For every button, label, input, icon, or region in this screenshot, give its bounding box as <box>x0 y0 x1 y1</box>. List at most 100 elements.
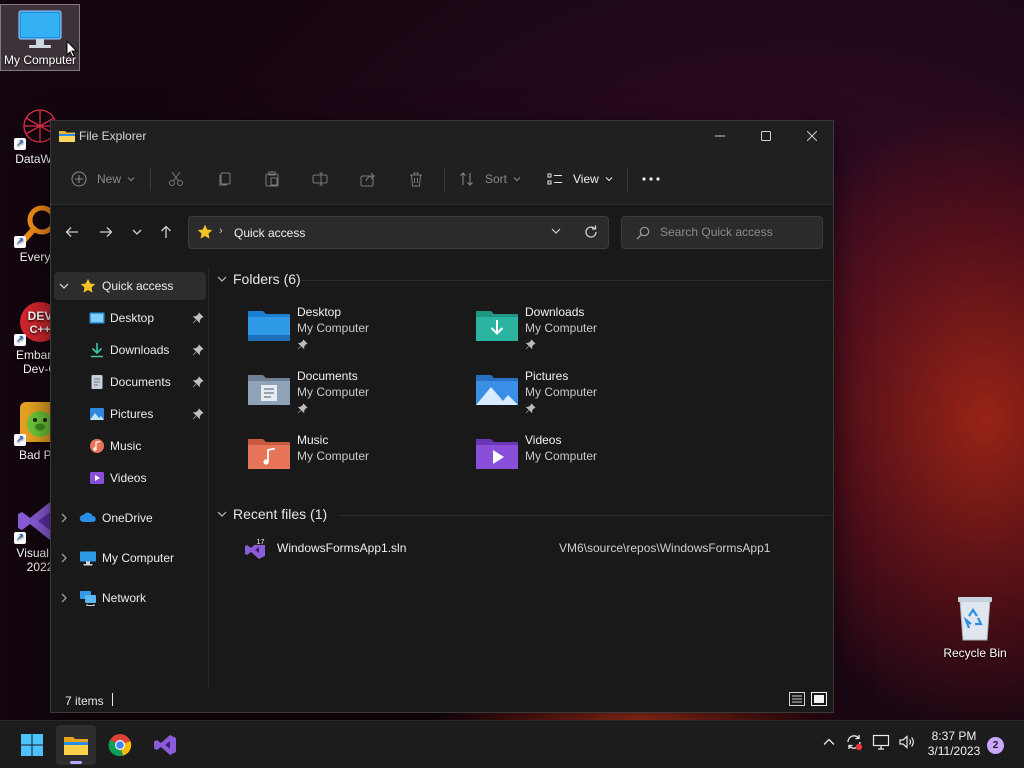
clock-date: 3/11/2023 <box>927 744 981 758</box>
network-status-button[interactable] <box>872 733 890 751</box>
toolbar-divider <box>150 167 151 191</box>
view-options-icon <box>547 173 562 185</box>
recycle-bin-icon <box>958 597 992 641</box>
back-button[interactable] <box>60 220 84 244</box>
share-button[interactable] <box>360 165 376 193</box>
close-button[interactable] <box>789 121 835 151</box>
share-icon <box>360 172 375 187</box>
documents-icon <box>91 375 103 389</box>
large-icons-view-button[interactable] <box>811 692 829 708</box>
address-bar[interactable]: › Quick access <box>188 216 609 249</box>
chevron-down-icon <box>605 177 613 182</box>
folder-tile-videos[interactable]: Videos My Computer <box>475 433 695 491</box>
taskbar: 8:37 PM 3/11/2023 2 <box>0 720 1024 768</box>
folder-tile-downloads[interactable]: Downloads My Computer <box>475 305 695 363</box>
folders-section-header[interactable]: Folders (6) <box>217 271 301 287</box>
volume-button[interactable] <box>898 733 916 751</box>
forward-button[interactable] <box>94 220 118 244</box>
star-icon <box>197 224 213 239</box>
search-box[interactable] <box>621 216 823 249</box>
delete-button[interactable] <box>408 165 424 193</box>
recent-files-heading: Recent files (1) <box>233 506 328 522</box>
folder-name: Downloads <box>525 305 585 319</box>
folder-tile-desktop[interactable]: Desktop My Computer <box>247 305 467 363</box>
sidebar-item-onedrive[interactable]: OneDrive <box>54 504 206 532</box>
window-title: File Explorer <box>79 129 147 143</box>
section-rule <box>301 280 831 281</box>
details-view-button[interactable] <box>789 692 807 708</box>
sidebar-item-downloads[interactable]: Downloads <box>54 336 206 364</box>
sidebar-item-videos[interactable]: Videos <box>54 464 206 492</box>
sort-button[interactable]: Sort <box>459 165 521 193</box>
sidebar-item-label: My Computer <box>102 551 175 565</box>
running-indicator <box>70 761 82 764</box>
folder-name: Videos <box>525 433 562 447</box>
minimize-button[interactable] <box>697 121 743 151</box>
refresh-button[interactable] <box>583 224 599 240</box>
recent-locations-button[interactable] <box>125 220 149 244</box>
file-explorer-window[interactable]: File Explorer New Sort View › Quick acce… <box>50 120 834 713</box>
toolbar-divider <box>444 167 445 191</box>
large-icons-view-icon <box>811 692 827 706</box>
navigation-pane: Quick access Desktop Downloads Documents… <box>51 268 208 688</box>
sidebar-item-documents[interactable]: Documents <box>54 368 206 396</box>
toolbar-divider <box>627 167 628 191</box>
desktop-folder-icon <box>248 311 290 341</box>
folder-tile-music[interactable]: Music My Computer <box>247 433 467 491</box>
recent-file-name: WindowsFormsApp1.sln <box>277 541 407 555</box>
folder-tile-pictures[interactable]: Pictures My Computer <box>475 369 695 427</box>
address-path[interactable]: Quick access <box>234 226 305 240</box>
clock[interactable]: 8:37 PM 3/11/2023 <box>922 729 986 759</box>
folder-tile-documents[interactable]: Documents My Computer <box>247 369 467 427</box>
sidebar-item-music[interactable]: Music <box>54 432 206 460</box>
chevron-down-icon <box>513 177 521 182</box>
sync-status-button[interactable] <box>845 733 863 751</box>
status-bar: 7 items <box>51 689 833 713</box>
copy-icon <box>219 172 231 186</box>
search-input[interactable] <box>660 225 810 239</box>
section-rule <box>339 515 831 516</box>
desktop-icon-recycle-bin[interactable]: Recycle Bin <box>938 594 1012 660</box>
folder-location: My Computer <box>297 449 370 463</box>
paste-button[interactable] <box>264 165 280 193</box>
address-history-dropdown[interactable] <box>551 226 561 236</box>
content-area: Folders (6) Desktop My Computer Download… <box>211 261 831 691</box>
copy-button[interactable] <box>217 165 233 193</box>
recent-files-section-header[interactable]: Recent files (1) <box>217 506 327 522</box>
title-bar[interactable]: File Explorer <box>51 121 833 151</box>
sidebar-item-pictures[interactable]: Pictures <box>54 400 206 428</box>
status-separator <box>112 693 113 706</box>
downloads-icon <box>91 343 103 358</box>
pin-icon <box>525 403 536 414</box>
taskbar-file-explorer[interactable] <box>56 725 96 765</box>
show-hidden-icons-button[interactable] <box>822 735 836 749</box>
documents-folder-icon <box>248 375 290 405</box>
folders-heading: Folders (6) <box>233 271 301 287</box>
rename-button[interactable] <box>312 165 328 193</box>
folder-location: My Computer <box>297 321 370 335</box>
start-button[interactable] <box>12 725 52 765</box>
taskbar-chrome[interactable] <box>100 725 140 765</box>
recent-file-path: VM6\source\repos\WindowsFormsApp1 <box>559 541 771 555</box>
recent-file-row[interactable]: 17 WindowsFormsApp1.sln VM6\source\repos… <box>243 537 803 561</box>
maximize-button[interactable] <box>743 121 789 151</box>
folder-name: Documents <box>297 369 358 383</box>
view-button[interactable]: View <box>547 165 613 193</box>
sidebar-item-my-computer[interactable]: My Computer <box>54 544 206 572</box>
see-more-button[interactable] <box>642 165 660 193</box>
notification-badge[interactable]: 2 <box>987 737 1004 754</box>
maximize-icon <box>761 131 771 141</box>
sort-icon <box>460 172 473 186</box>
sidebar-item-label: Desktop <box>110 311 155 325</box>
sidebar-item-desktop[interactable]: Desktop <box>54 304 206 332</box>
pane-divider[interactable] <box>208 268 209 688</box>
cut-button[interactable] <box>168 165 184 193</box>
desktop-icon-my-computer[interactable]: My Computer <box>0 4 80 71</box>
sidebar-item-quick-access[interactable]: Quick access <box>54 272 206 300</box>
sidebar-item-network[interactable]: Network <box>54 584 206 612</box>
speaker-icon <box>899 735 914 749</box>
clock-time: 8:37 PM <box>931 729 977 743</box>
taskbar-visual-studio[interactable] <box>145 725 185 765</box>
new-button[interactable]: New <box>71 165 135 193</box>
up-button[interactable] <box>154 220 178 244</box>
